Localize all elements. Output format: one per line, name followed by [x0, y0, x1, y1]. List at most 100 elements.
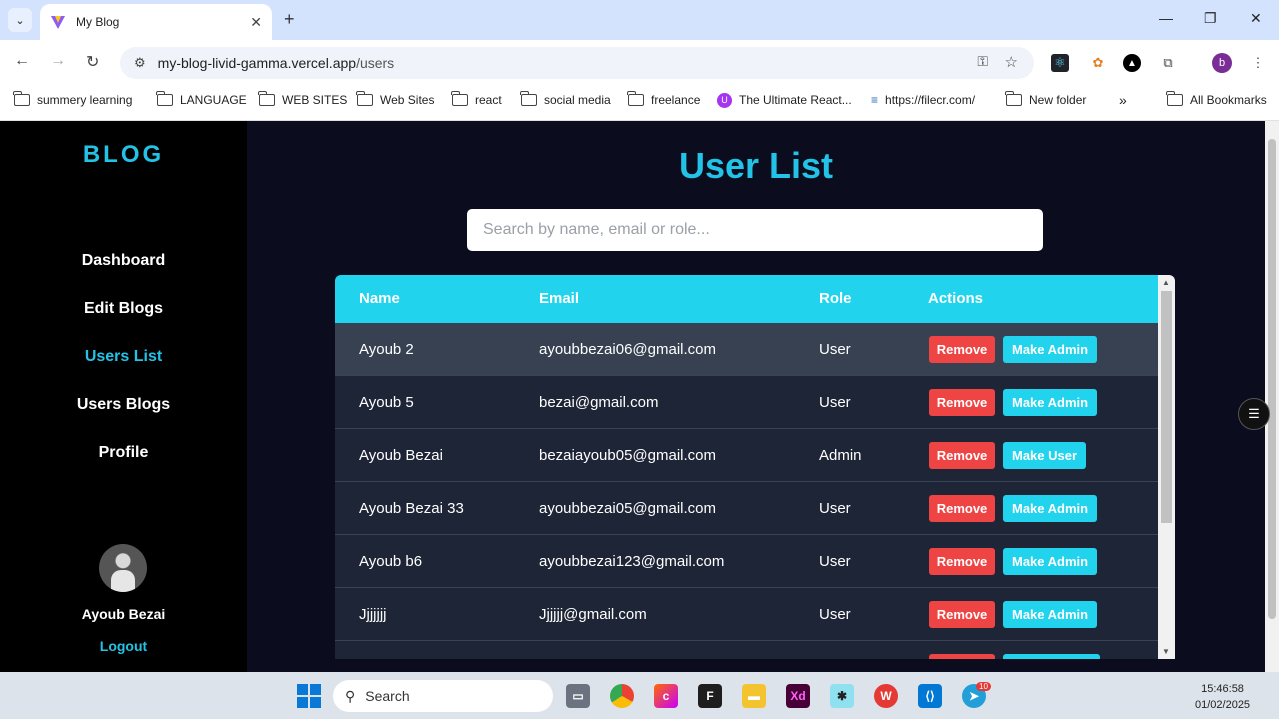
bookmark-item[interactable]: social media — [520, 86, 611, 114]
cell-email: ayoubbezai05@gmail.com — [539, 500, 716, 517]
telegram-badge: 10 — [976, 682, 991, 691]
reload-icon[interactable]: ↻ — [86, 52, 99, 72]
cell-email: Jjjjjj@gmail.com — [539, 606, 647, 623]
more-bookmarks-icon[interactable]: » — [1119, 86, 1127, 114]
url-host: my-blog-livid-gamma.vercel.app — [157, 55, 357, 71]
table-header: Name Email Role Actions — [335, 275, 1158, 323]
table-row: Jjjjjjj Jjjjjj@gmail.com User Remove Mak… — [335, 588, 1158, 641]
remove-button[interactable]: Remove — [929, 495, 995, 522]
site-settings-icon[interactable]: ⚙ — [134, 55, 146, 71]
sidebar-item-users-blogs[interactable]: Users Blogs — [0, 396, 247, 414]
folder-icon — [258, 91, 275, 106]
make-admin-button[interactable]: Make Admin — [1003, 601, 1098, 628]
url-text[interactable]: my-blog-livid-gamma.vercel.app/users — [158, 55, 395, 71]
bookmark-item[interactable]: U The Ultimate React... — [717, 86, 852, 114]
file-explorer-icon[interactable]: ▬ — [742, 684, 766, 708]
cell-name: Ayoub Bezai — [359, 447, 443, 464]
bookmark-item[interactable]: Web Sites — [356, 86, 435, 114]
app-asterisk-icon[interactable]: ✱ — [830, 684, 854, 708]
windows-start-icon[interactable] — [297, 684, 321, 708]
search-icon: ⚲ — [345, 687, 356, 704]
tab-search-dropdown-icon[interactable]: ⌄ — [8, 8, 32, 32]
make-admin-button[interactable] — [1003, 654, 1100, 659]
menu-kebab-icon[interactable]: ⋮ — [1249, 54, 1267, 72]
udemy-icon: U — [717, 92, 732, 108]
remove-button[interactable]: Remove — [929, 336, 995, 363]
sidebar-item-users-list[interactable]: Users List — [0, 348, 247, 366]
browser-tab-bar: ⌄ My Blog ✕ + — ❐ ✕ — [0, 0, 1279, 40]
sidebar-item-dashboard[interactable]: Dashboard — [0, 252, 247, 270]
close-tab-icon[interactable]: ✕ — [250, 14, 262, 31]
figma-icon[interactable]: F — [698, 684, 722, 708]
sidebar-item-profile[interactable]: Profile — [0, 444, 247, 462]
folder-icon — [520, 91, 537, 106]
cell-email: bezai@gmail.com — [539, 394, 659, 411]
bookmark-item[interactable]: WEB SITES — [258, 86, 347, 114]
forward-icon[interactable]: → — [50, 52, 66, 70]
remove-button[interactable]: Remove — [929, 389, 995, 416]
remove-button[interactable]: Remove — [929, 548, 995, 575]
vercel-extension-icon[interactable]: ▲ — [1123, 54, 1141, 72]
brand-logo[interactable]: BLOG — [0, 141, 247, 169]
restore-icon[interactable]: ❐ — [1204, 10, 1217, 27]
canva-icon[interactable]: c — [654, 684, 678, 708]
bookmark-label: LANGUAGE — [180, 93, 247, 107]
bookmark-item[interactable]: New folder — [1005, 86, 1086, 114]
logout-link[interactable]: Logout — [0, 638, 247, 654]
bookmark-item[interactable]: freelance — [627, 86, 700, 114]
address-bar[interactable]: ⚙ my-blog-livid-gamma.vercel.app/users ⚿… — [120, 47, 1034, 79]
scroll-up-icon[interactable]: ▲ — [1162, 278, 1170, 287]
minimize-icon[interactable]: — — [1159, 10, 1173, 26]
chrome-icon[interactable] — [610, 684, 634, 708]
url-path: /users — [356, 55, 395, 71]
remove-button[interactable]: Remove — [929, 442, 995, 469]
filecr-icon: ≡ — [871, 93, 879, 107]
new-tab-icon[interactable]: + — [284, 9, 295, 30]
adobe-xd-icon[interactable]: Xd — [786, 684, 810, 708]
floating-menu-icon[interactable]: ☰ — [1238, 398, 1270, 430]
bookmark-item[interactable]: summery learning — [13, 86, 132, 114]
extension-icon[interactable]: ✿ — [1089, 54, 1107, 72]
cell-name: Ayoub 5 — [359, 394, 414, 411]
table-scrollbar[interactable]: ▲ ▼ — [1158, 275, 1175, 659]
react-devtools-icon[interactable]: ⚛ — [1051, 54, 1069, 72]
remove-button[interactable]: Remove — [929, 601, 995, 628]
bookmark-item[interactable]: react — [451, 86, 502, 114]
page-scrollbar-thumb[interactable] — [1268, 139, 1276, 619]
make-admin-button[interactable]: Make Admin — [1003, 389, 1098, 416]
extensions-puzzle-icon[interactable]: ⧉ — [1159, 54, 1177, 72]
make-admin-button[interactable]: Make Admin — [1003, 336, 1098, 363]
close-window-icon[interactable]: ✕ — [1250, 10, 1262, 27]
make-admin-button[interactable]: Make Admin — [1003, 495, 1098, 522]
remove-button[interactable] — [929, 654, 995, 659]
wps-office-icon[interactable]: W — [874, 684, 898, 708]
bookmark-item[interactable]: LANGUAGE — [156, 86, 247, 114]
password-key-icon[interactable]: ⚿ — [977, 53, 988, 70]
folder-icon — [13, 91, 30, 106]
make-admin-button[interactable]: Make Admin — [1003, 548, 1098, 575]
profile-avatar[interactable]: b — [1212, 53, 1232, 73]
sidebar: BLOG Dashboard Edit Blogs Users List Use… — [0, 121, 247, 672]
tab-title: My Blog — [76, 15, 120, 29]
sidebar-item-edit-blogs[interactable]: Edit Blogs — [0, 300, 247, 318]
column-header-role: Role — [819, 290, 852, 307]
system-clock[interactable]: 15:46:58 01/02/2025 — [1195, 681, 1250, 713]
bookmark-item[interactable]: ≡ https://filecr.com/ — [871, 86, 975, 114]
bookmark-item[interactable]: All Bookmarks — [1166, 86, 1267, 114]
vscode-icon[interactable]: ⟨⟩ — [918, 684, 942, 708]
page-scrollbar[interactable] — [1265, 121, 1279, 672]
bookmark-star-icon[interactable]: ☆ — [1005, 53, 1018, 71]
table-row: Ayoub Bezai bezaiayoub05@gmail.com Admin… — [335, 429, 1158, 482]
search-input[interactable] — [467, 209, 1043, 251]
cell-role: User — [819, 606, 851, 623]
task-view-icon[interactable]: ▭ — [566, 684, 590, 708]
make-user-button[interactable]: Make User — [1003, 442, 1087, 469]
scroll-down-icon[interactable]: ▼ — [1162, 647, 1170, 656]
table-row: Ayoub b6 ayoubbezai123@gmail.com User Re… — [335, 535, 1158, 588]
table-scrollbar-thumb[interactable] — [1161, 291, 1172, 523]
taskbar-search[interactable]: ⚲ Search — [333, 680, 553, 712]
back-icon[interactable]: ← — [14, 52, 30, 70]
browser-tab[interactable]: My Blog ✕ — [40, 4, 272, 40]
column-header-actions: Actions — [928, 290, 984, 307]
bookmark-label: Web Sites — [380, 93, 435, 107]
